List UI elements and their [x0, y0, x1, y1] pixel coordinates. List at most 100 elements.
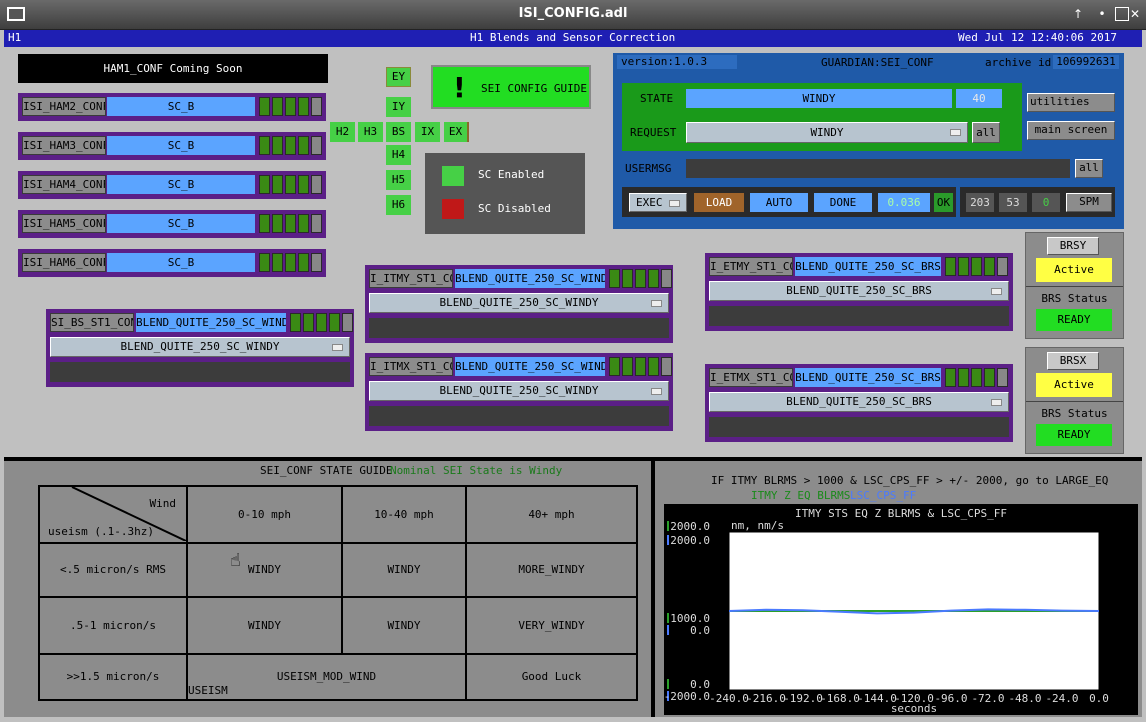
brs-button-label: BRSX	[1059, 354, 1087, 367]
sc-indicator	[259, 253, 270, 272]
ham-conf-label[interactable]: ISI_HAM4_CONF	[22, 175, 106, 194]
sc-indicator	[958, 257, 969, 276]
sc-indicator	[259, 136, 270, 155]
sc-indicator	[272, 253, 283, 272]
sc-indicator	[622, 357, 633, 376]
sc-indicator	[945, 368, 956, 387]
chamber-h4[interactable]: H4	[386, 145, 411, 165]
blend-message-field	[709, 306, 1009, 326]
sc-indicator	[648, 357, 659, 376]
sc-enabled-label: SC Enabled	[478, 168, 545, 181]
ham-conf-label[interactable]: ISI_HAM3_CONF	[22, 136, 106, 155]
chamber-h3[interactable]: H3	[358, 122, 383, 142]
request-dropdown[interactable]: WINDY	[686, 122, 968, 143]
sc-indicator	[997, 368, 1008, 387]
sc-indicator	[259, 214, 270, 233]
sc-indicator	[958, 368, 969, 387]
blend-select-dropdown[interactable]: BLEND_QUITE_250_SC_BRS	[709, 392, 1009, 412]
row-header: <.5 micron/s RMS	[38, 541, 188, 599]
sc-indicator	[272, 214, 283, 233]
hand-cursor-icon: ☝	[230, 549, 241, 571]
usermsg-all-button[interactable]: all	[1075, 159, 1103, 178]
state-cell: VERY_WINDY	[465, 596, 638, 655]
chamber-h2[interactable]: H2	[330, 122, 355, 142]
state-number: 40	[956, 89, 1002, 108]
chamber-ix[interactable]: IX	[415, 122, 440, 142]
guardian-name: GUARDIAN:SEI_CONF	[821, 56, 934, 69]
blend-config-label[interactable]: I_ITMY_ST1_CO	[369, 269, 453, 288]
restore-icon[interactable]: ↑	[1071, 7, 1085, 21]
sc-disabled-swatch	[442, 199, 464, 219]
counter-1: 203	[966, 193, 994, 212]
blend-message-field	[369, 406, 669, 426]
sc-indicator	[635, 357, 646, 376]
sc-indicator	[285, 214, 296, 233]
brs-status-value: READY	[1036, 424, 1112, 446]
x-tick-label: -120.0	[894, 692, 934, 705]
ham1-banner: HAM1_CONF Coming Soon	[18, 54, 328, 83]
sc-indicator	[661, 357, 672, 376]
ham-conf-state: SC_B	[107, 253, 255, 272]
sc-legend: SC Enabled SC Disabled	[425, 153, 585, 234]
sc-indicator	[311, 97, 322, 116]
blend-message-field	[709, 417, 1009, 437]
sc-indicator	[945, 257, 956, 276]
x-tick-label: -72.0	[971, 692, 1004, 705]
x-tick-label: -192.0	[783, 692, 823, 705]
brs-panel: BRSY Active BRS Status READY	[1025, 232, 1124, 339]
sc-indicator	[272, 136, 283, 155]
main-screen-button[interactable]: main screen	[1027, 121, 1115, 140]
sc-indicator	[661, 269, 672, 288]
state-cell-merged: USEISM USEISM_MOD_WIND	[186, 652, 467, 702]
chamber-ey[interactable]: EY	[386, 67, 411, 87]
ham-conf-label[interactable]: ISI_HAM6_CONF	[22, 253, 106, 272]
time-indicator: 0.036	[878, 193, 930, 212]
state-guide-note: Nominal SEI State is Windy	[390, 464, 563, 477]
brs-button[interactable]: BRSY	[1047, 237, 1099, 255]
minimize-icon[interactable]: •	[1095, 7, 1109, 21]
strip-chart: ITMY STS EQ Z BLRMS & LSC_CPS_FF nm, nm/s…	[664, 504, 1138, 715]
ham-conf-label[interactable]: ISI_HAM2_CONF	[22, 97, 106, 116]
blend-select-dropdown[interactable]: BLEND_QUITE_250_SC_BRS	[709, 281, 1009, 301]
blend-select-dropdown[interactable]: BLEND_QUITE_250_SC_WINDY	[369, 293, 669, 313]
chart-title: ITMY STS EQ Z BLRMS & LSC_CPS_FF	[795, 507, 1007, 520]
brs-status-label: BRS Status	[1041, 407, 1108, 420]
brs-button[interactable]: BRSX	[1047, 352, 1099, 370]
blend-config-label[interactable]: I_ETMX_ST1_CO	[709, 368, 793, 387]
load-button[interactable]: LOAD	[694, 193, 744, 212]
chamber-bs[interactable]: BS	[386, 122, 411, 142]
blend-current-value: BLEND_QUITE_250_SC_BRS	[795, 368, 941, 387]
chamber-h6[interactable]: H6	[386, 195, 411, 215]
sc-indicator	[316, 313, 327, 332]
blend-panel-etmy: I_ETMY_ST1_CO BLEND_QUITE_250_SC_BRS BLE…	[705, 253, 1013, 331]
utilities-button[interactable]: utilities	[1027, 93, 1115, 112]
chamber-ex[interactable]: EX	[444, 122, 469, 142]
strip-chart-svg: ITMY STS EQ Z BLRMS & LSC_CPS_FF nm, nm/s…	[664, 507, 1109, 715]
blend-select-dropdown[interactable]: BLEND_QUITE_250_SC_WINDY	[50, 337, 350, 357]
chamber-iy[interactable]: IY	[386, 97, 411, 117]
ham-conf-label[interactable]: ISI_HAM5_CONF	[22, 214, 106, 233]
state-cell: WINDY	[341, 596, 467, 655]
blend-config-label[interactable]: I_ITMX_ST1_CO	[369, 357, 453, 376]
sc-indicator	[303, 313, 314, 332]
blend-config-label[interactable]: SI_BS_ST1_CON	[50, 313, 134, 332]
blend-message-field	[369, 318, 669, 338]
exec-dropdown[interactable]: EXEC	[629, 193, 687, 212]
blend-config-label[interactable]: I_ETMY_ST1_CO	[709, 257, 793, 276]
chamber-h5[interactable]: H5	[386, 170, 411, 190]
request-all-button[interactable]: all	[972, 122, 1000, 143]
sc-enabled-swatch	[442, 166, 464, 186]
spm-button[interactable]: SPM	[1066, 193, 1112, 212]
state-label: STATE	[640, 92, 674, 105]
exclamation-icon: !	[453, 71, 466, 104]
sei-config-guide-button[interactable]: ! SEI CONFIG GUIDE	[431, 65, 591, 109]
blend-panel-bs: SI_BS_ST1_CON BLEND_QUITE_250_SC_WINDY B…	[46, 309, 354, 387]
ham-row: ISI_HAM3_CONF SC_B	[18, 132, 326, 160]
plot-panel: IF ITMY BLRMS > 1000 & LSC_CPS_FF > +/- …	[655, 461, 1142, 717]
sc-indicator	[311, 214, 322, 233]
blend-select-dropdown[interactable]: BLEND_QUITE_250_SC_WINDY	[369, 381, 669, 401]
close-icon[interactable]: ✕	[1128, 7, 1142, 21]
state-cell: WINDY	[341, 541, 467, 599]
maximize-icon[interactable]	[1115, 7, 1129, 21]
corner-useism-label: useism (.1-.3hz)	[48, 525, 154, 538]
